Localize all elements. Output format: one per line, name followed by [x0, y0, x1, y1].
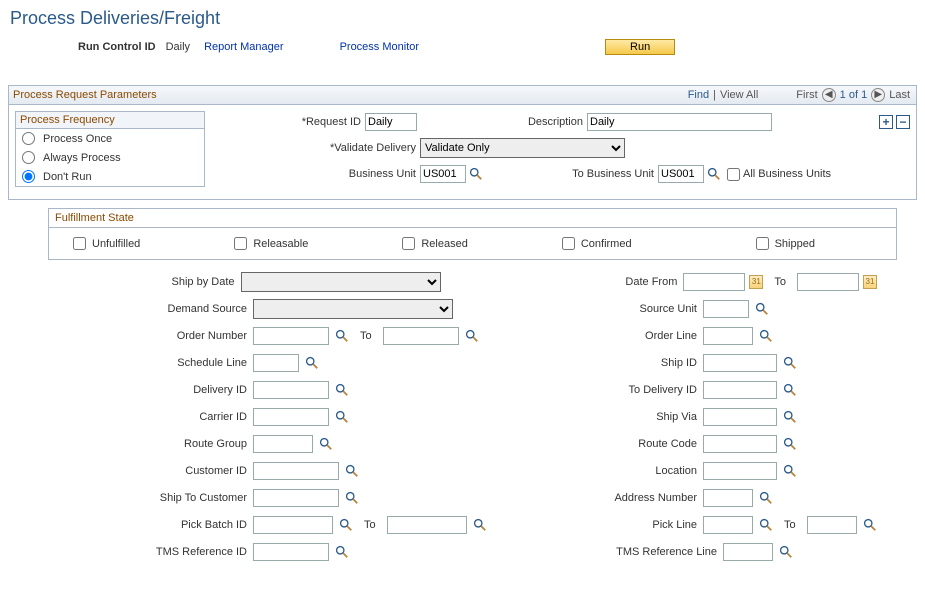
first-label: First	[796, 89, 817, 101]
report-manager-link[interactable]: Report Manager	[204, 41, 284, 53]
route-group-input[interactable]	[253, 435, 313, 453]
date-from-input[interactable]	[683, 273, 745, 291]
business-unit-input[interactable]	[420, 165, 466, 183]
lookup-icon[interactable]	[707, 167, 721, 181]
request-id-label: *Request ID	[215, 116, 365, 128]
fs-shipped[interactable]: Shipped	[752, 234, 815, 253]
lookup-icon[interactable]	[863, 518, 877, 532]
run-control-row: Run Control ID Daily Report Manager Proc…	[8, 39, 917, 55]
process-monitor-link[interactable]: Process Monitor	[340, 41, 419, 53]
all-business-units-label: All Business Units	[743, 168, 831, 180]
ship-id-input[interactable]	[703, 354, 777, 372]
order-number-input[interactable]	[253, 327, 329, 345]
pick-line-input[interactable]	[703, 516, 753, 534]
run-control-id-label: Run Control ID	[78, 41, 156, 53]
lookup-icon[interactable]	[779, 545, 793, 559]
customer-id-input[interactable]	[253, 462, 339, 480]
section-title: Process Request Parameters	[13, 89, 157, 101]
tms-reference-id-input[interactable]	[253, 543, 329, 561]
next-icon[interactable]: ▶	[871, 88, 885, 102]
process-frequency-title: Process Frequency	[16, 112, 204, 129]
lookup-icon[interactable]	[755, 302, 769, 316]
add-row-icon[interactable]: +	[879, 115, 893, 129]
lookup-icon[interactable]	[783, 410, 797, 424]
address-number-input[interactable]	[703, 489, 753, 507]
lookup-icon[interactable]	[335, 383, 349, 397]
lookup-icon[interactable]	[335, 410, 349, 424]
fulfillment-state-title: Fulfillment State	[49, 209, 896, 227]
lookup-icon[interactable]	[473, 518, 487, 532]
description-label: Description	[417, 116, 587, 128]
lookup-icon[interactable]	[345, 464, 359, 478]
find-link[interactable]: Find	[688, 89, 709, 101]
lookup-icon[interactable]	[759, 491, 773, 505]
order-number-to-input[interactable]	[383, 327, 459, 345]
page-title: Process Deliveries/Freight	[10, 8, 917, 29]
ship-to-customer-input[interactable]	[253, 489, 339, 507]
fulfillment-state-box: Fulfillment State Unfulfilled Releasable…	[48, 208, 897, 260]
lookup-icon[interactable]	[319, 437, 333, 451]
prev-icon[interactable]: ◀	[822, 88, 836, 102]
ship-via-input[interactable]	[703, 408, 777, 426]
calendar-icon[interactable]: 31	[863, 275, 877, 289]
description-input[interactable]	[587, 113, 772, 131]
source-unit-input[interactable]	[703, 300, 749, 318]
pick-batch-id-input[interactable]	[253, 516, 333, 534]
freq-always-process[interactable]: Always Process	[16, 148, 204, 167]
date-to-input[interactable]	[797, 273, 859, 291]
route-code-input[interactable]	[703, 435, 777, 453]
tms-reference-line-input[interactable]	[723, 543, 773, 561]
validate-delivery-select[interactable]: Validate Only	[420, 138, 625, 158]
ship-by-date-select[interactable]	[241, 272, 441, 292]
lookup-icon[interactable]	[345, 491, 359, 505]
freq-process-once[interactable]: Process Once	[16, 129, 204, 148]
freq-dont-run[interactable]: Don't Run	[16, 167, 204, 186]
to-business-unit-input[interactable]	[658, 165, 704, 183]
lookup-icon[interactable]	[783, 464, 797, 478]
view-all-label: View All	[720, 89, 758, 101]
to-business-unit-label: To Business Unit	[483, 168, 658, 180]
lookup-icon[interactable]	[335, 329, 349, 343]
lookup-icon[interactable]	[335, 545, 349, 559]
carrier-id-input[interactable]	[253, 408, 329, 426]
pick-line-to-input[interactable]	[807, 516, 857, 534]
pick-batch-id-to-input[interactable]	[387, 516, 467, 534]
last-label: Last	[889, 89, 910, 101]
criteria-form: Ship by Date Date From 31 To 31 Demand S…	[48, 268, 877, 565]
validate-delivery-label: *Validate Delivery	[215, 142, 420, 154]
fs-confirmed[interactable]: Confirmed	[558, 234, 632, 253]
calendar-icon[interactable]: 31	[749, 275, 763, 289]
lookup-icon[interactable]	[469, 167, 483, 181]
order-line-input[interactable]	[703, 327, 753, 345]
fs-releasable[interactable]: Releasable	[230, 234, 308, 253]
process-frequency-box: Process Frequency Process Once Always Pr…	[15, 111, 205, 187]
schedule-line-input[interactable]	[253, 354, 299, 372]
section-header: Process Request Parameters Find | View A…	[8, 85, 917, 105]
run-button[interactable]: Run	[605, 39, 675, 55]
business-unit-label: Business Unit	[215, 168, 420, 180]
fs-unfulfilled[interactable]: Unfulfilled	[69, 234, 140, 253]
run-control-id-value: Daily	[166, 41, 190, 53]
delete-row-icon[interactable]: −	[896, 115, 910, 129]
lookup-icon[interactable]	[783, 356, 797, 370]
request-id-input[interactable]	[365, 113, 417, 131]
lookup-icon[interactable]	[783, 437, 797, 451]
to-delivery-id-input[interactable]	[703, 381, 777, 399]
demand-source-select[interactable]	[253, 299, 453, 319]
pager-text[interactable]: 1 of 1	[840, 89, 868, 101]
location-input[interactable]	[703, 462, 777, 480]
lookup-icon[interactable]	[759, 518, 773, 532]
lookup-icon[interactable]	[783, 383, 797, 397]
lookup-icon[interactable]	[339, 518, 353, 532]
lookup-icon[interactable]	[759, 329, 773, 343]
fs-released[interactable]: Released	[398, 234, 467, 253]
all-business-units-checkbox[interactable]	[727, 168, 740, 181]
lookup-icon[interactable]	[305, 356, 319, 370]
lookup-icon[interactable]	[465, 329, 479, 343]
delivery-id-input[interactable]	[253, 381, 329, 399]
